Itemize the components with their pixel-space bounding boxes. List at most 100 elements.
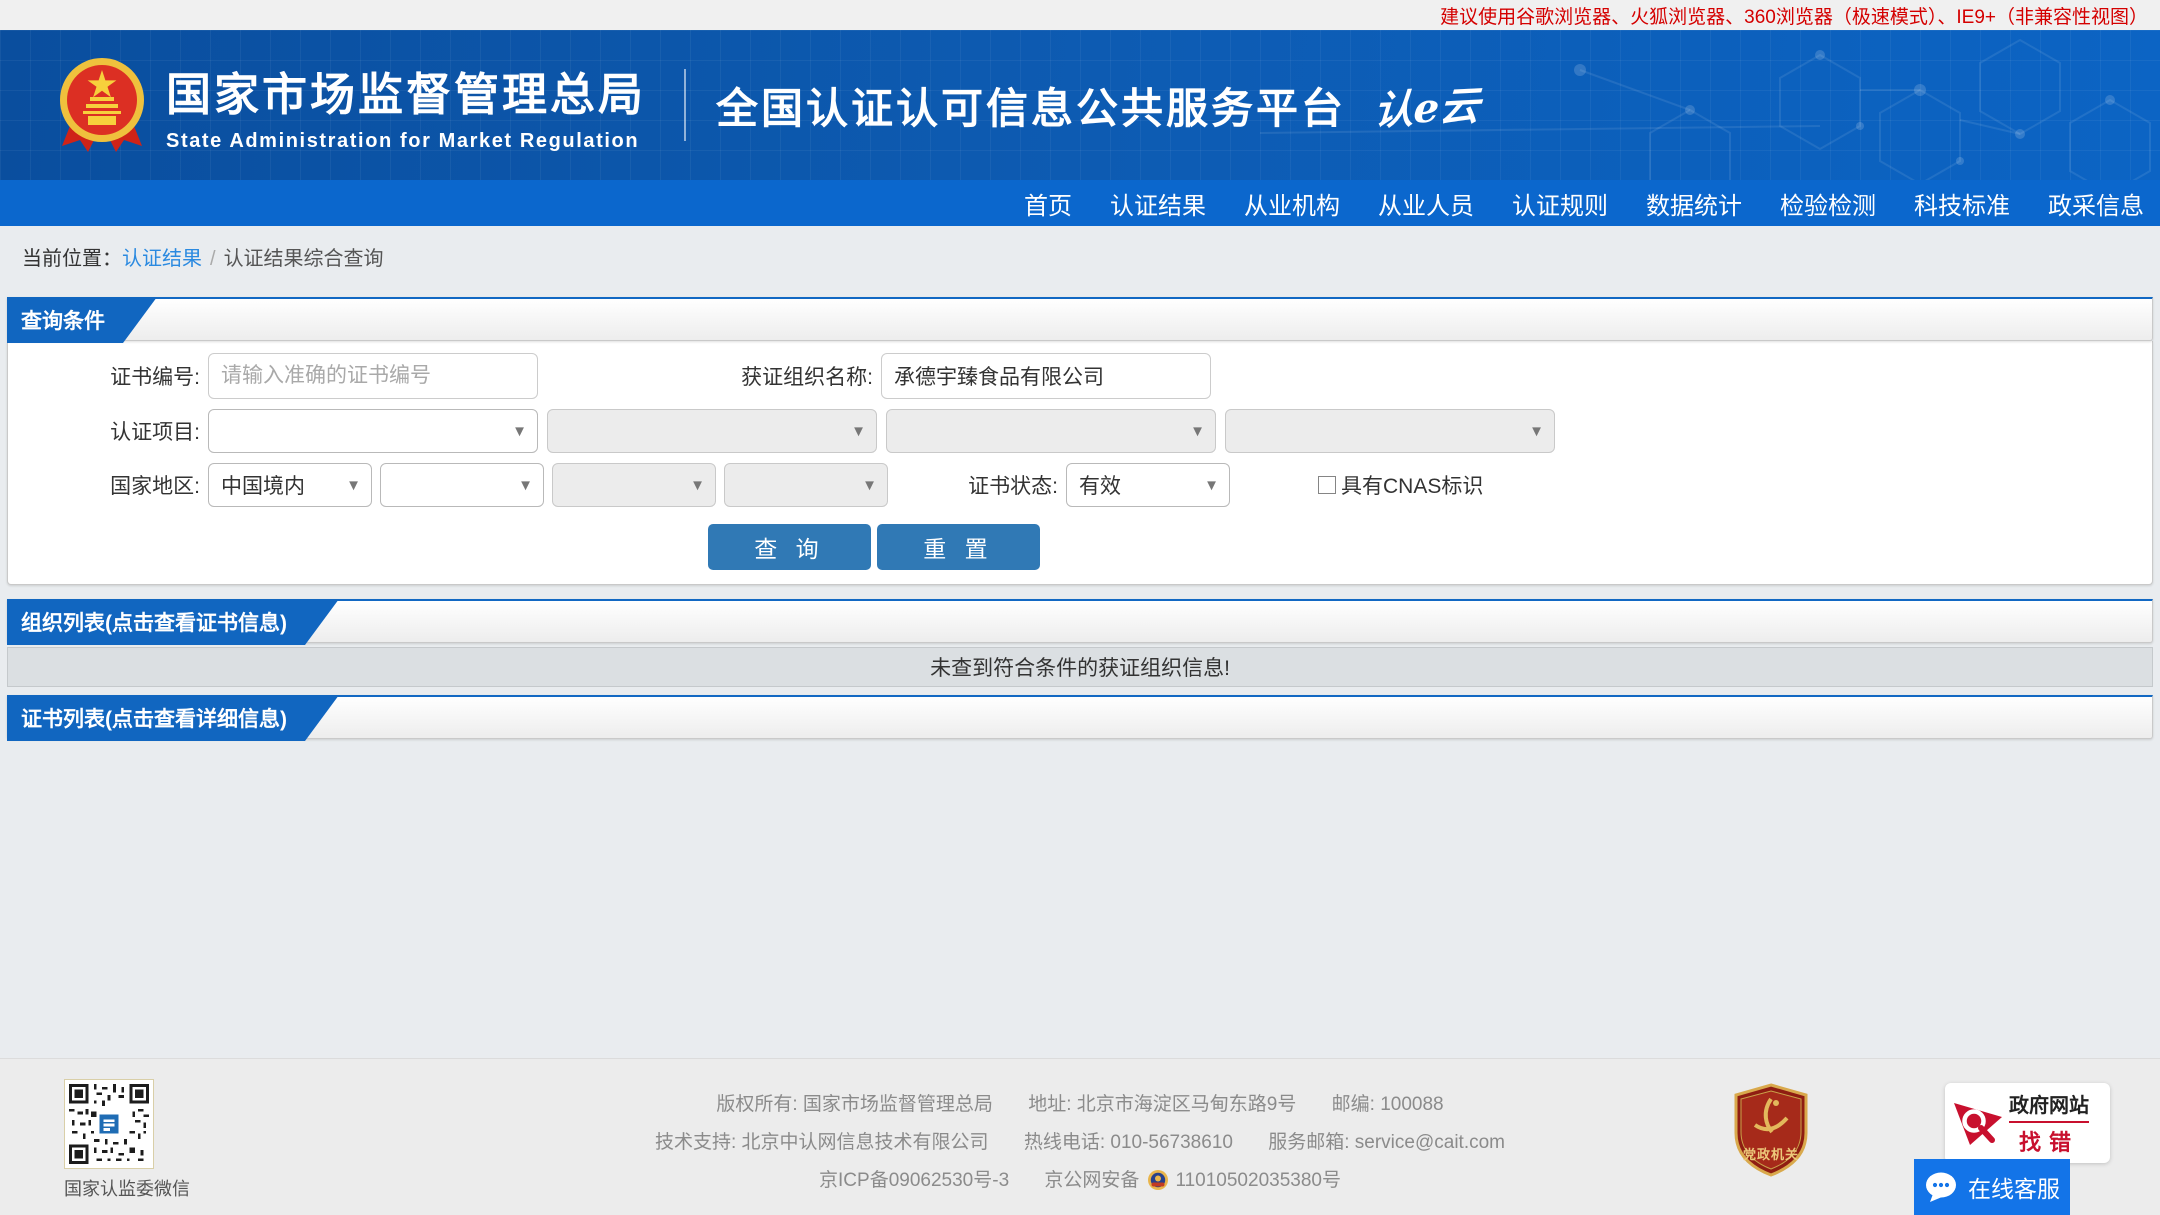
region-select-country-value: 中国境内 — [221, 475, 305, 498]
nav-item-procurement-info[interactable]: 政采信息 — [2048, 186, 2144, 221]
header-divider — [684, 69, 687, 141]
query-form: 证书编号: 获证组织名称: 认证项目: ▼ ▼ ▼ — [7, 341, 2153, 585]
footer-copyright: 版权所有: 国家市场监督管理总局 — [716, 1094, 993, 1115]
browser-notice-bar: 建议使用谷歌浏览器、火狐浏览器、360浏览器（极速模式）、IE9+（非兼容性视图… — [0, 0, 2160, 30]
footer-icp: 京ICP备09062530号-3 — [819, 1170, 1010, 1191]
region-select-province[interactable]: ▼ — [380, 463, 544, 507]
project-select-level4: ▼ — [1225, 409, 1555, 453]
breadcrumb-prefix: 当前位置： — [22, 248, 122, 270]
cert-list-tab: 证书列表(点击查看详细信息) — [7, 695, 339, 741]
online-service-button[interactable]: 在线客服 — [1914, 1159, 2070, 1215]
form-row-3: 国家地区: 中国境内 ▼ ▼ ▼ ▼ 证书状态: 有效 ▼ 具有CNAS标识 — [8, 463, 2152, 507]
cnas-checkbox[interactable] — [1318, 476, 1336, 494]
project-label: 认证项目: — [110, 421, 200, 444]
footer-email: 服务邮箱: service@cait.com — [1268, 1132, 1506, 1153]
footer-hotline: 热线电话: 010-56738610 — [1023, 1132, 1233, 1153]
query-section: 查询条件 证书编号: 获证组织名称: 认证项目: ▼ ▼ — [7, 297, 2153, 585]
breadcrumb-current: 认证结果综合查询 — [223, 248, 384, 270]
breadcrumb-link-cert-results[interactable]: 认证结果 — [122, 248, 202, 270]
wechat-qr-code — [64, 1079, 154, 1169]
site-check-text: 政府网站 找错 — [2009, 1089, 2089, 1157]
party-gov-badge[interactable]: 党政机关 — [1732, 1083, 1810, 1177]
chevron-down-icon: ▼ — [1204, 476, 1219, 494]
project-select-level3: ▼ — [886, 409, 1216, 453]
ren-e-yun-logo: 认e云 — [1372, 82, 1481, 135]
footer-line-support: 技术支持: 北京中认网信息技术有限公司 热线电话: 010-56738610 服… — [0, 1124, 2160, 1162]
nav-item-home[interactable]: 首页 — [1024, 186, 1072, 221]
nav-item-cert-results[interactable]: 认证结果 — [1110, 186, 1206, 221]
national-emblem-icon — [60, 58, 144, 152]
breadcrumb: 当前位置：认证结果 / 认证结果综合查询 — [0, 226, 2160, 284]
breadcrumb-separator: / — [210, 248, 216, 270]
chevron-down-icon: ▼ — [851, 422, 866, 440]
site-check-title: 政府网站 — [2009, 1089, 2089, 1123]
footer-line-registration: 京ICP备09062530号-3 京公网安备 11010502035380号 — [0, 1162, 2160, 1200]
site-check-subtitle: 找错 — [2018, 1130, 2079, 1155]
cert-list-header: 证书列表(点击查看详细信息) — [7, 695, 2153, 739]
nav-item-institutions[interactable]: 从业机构 — [1244, 186, 1340, 221]
nav-item-practitioners[interactable]: 从业人员 — [1378, 186, 1474, 221]
status-label: 证书状态: — [968, 475, 1058, 498]
nav-item-tech-standards[interactable]: 科技标准 — [1914, 186, 2010, 221]
status-select[interactable]: 有效 ▼ — [1066, 463, 1230, 507]
search-button[interactable]: 查 询 — [708, 524, 871, 570]
reset-button[interactable]: 重 置 — [877, 524, 1040, 570]
chevron-down-icon: ▼ — [518, 476, 533, 494]
form-row-1: 证书编号: 获证组织名称: — [8, 353, 2152, 399]
qr-code-image — [69, 1084, 149, 1164]
footer-police-number[interactable]: 11010502035380号 — [1175, 1170, 1341, 1191]
region-label: 国家地区: — [110, 475, 200, 498]
status-select-value: 有效 — [1079, 475, 1121, 498]
query-section-tab: 查询条件 — [7, 297, 157, 343]
agency-name-cn: 国家市场监督管理总局 — [166, 68, 647, 120]
project-select-level1[interactable]: ▼ — [208, 409, 538, 453]
footer-police-prefix[interactable]: 京公网安备 — [1044, 1170, 1139, 1191]
cert-no-label: 证书编号: — [110, 366, 200, 389]
wechat-qr-block: 国家认监委微信 — [64, 1079, 190, 1201]
footer-postcode: 邮编: 100088 — [1331, 1094, 1444, 1115]
nav-item-inspection[interactable]: 检验检测 — [1780, 186, 1876, 221]
chevron-down-icon: ▼ — [1190, 422, 1205, 440]
browser-notice-text: 建议使用谷歌浏览器、火狐浏览器、360浏览器（极速模式）、IE9+（非兼容性视图… — [1440, 6, 2148, 28]
footer-tech-support: 技术支持: 北京中认网信息技术有限公司 — [654, 1132, 989, 1153]
region-select-country[interactable]: 中国境内 ▼ — [208, 463, 372, 507]
main-nav: 首页 认证结果 从业机构 从业人员 认证规则 数据统计 检验检测 科技标准 政采… — [0, 180, 2160, 226]
chevron-down-icon: ▼ — [346, 476, 361, 494]
qr-caption: 国家认监委微信 — [64, 1179, 190, 1199]
org-name-label: 获证组织名称: — [741, 366, 873, 389]
form-row-2: 认证项目: ▼ ▼ ▼ ▼ — [8, 409, 2152, 453]
org-list-header: 组织列表(点击查看证书信息) — [7, 599, 2153, 643]
form-buttons-row: 查 询 重 置 — [8, 524, 2152, 570]
agency-name-en: State Administration for Market Regulati… — [166, 129, 640, 152]
cnas-label: 具有CNAS标识 — [1341, 475, 1484, 498]
footer: 国家认监委微信 版权所有: 国家市场监督管理总局 地址: 北京市海淀区马甸东路9… — [0, 1058, 2160, 1215]
region-select-district: ▼ — [724, 463, 888, 507]
project-select-level2: ▼ — [547, 409, 877, 453]
online-service-label: 在线客服 — [1968, 1176, 2060, 1202]
cnas-filter: 具有CNAS标识 — [1318, 470, 1483, 500]
svg-text:党政机关: 党政机关 — [1743, 1147, 1799, 1162]
query-section-header: 查询条件 — [7, 297, 2153, 341]
region-select-city: ▼ — [552, 463, 716, 507]
nav-item-cert-rules[interactable]: 认证规则 — [1512, 186, 1608, 221]
chevron-down-icon: ▼ — [1529, 422, 1544, 440]
agency-title-block: 国家市场监督管理总局 State Administration for Mark… — [166, 58, 646, 153]
footer-address: 地址: 北京市海淀区马甸东路9号 — [1028, 1094, 1297, 1115]
nav-item-data-statistics[interactable]: 数据统计 — [1646, 186, 1742, 221]
police-badge-icon — [1148, 1170, 1169, 1190]
cert-list-section: 证书列表(点击查看详细信息) — [7, 695, 2153, 739]
org-name-input[interactable] — [881, 353, 1211, 399]
find-error-icon — [1954, 1103, 2002, 1145]
site-header: 国家市场监督管理总局 State Administration for Mark… — [0, 30, 2160, 180]
chat-bubble-icon — [1926, 1172, 1956, 1202]
chevron-down-icon: ▼ — [512, 422, 527, 440]
chevron-down-icon: ▼ — [862, 476, 877, 494]
platform-title: 全国认证认可信息公共服务平台 — [716, 84, 1347, 132]
footer-line-copyright: 版权所有: 国家市场监督管理总局 地址: 北京市海淀区马甸东路9号 邮编: 10… — [0, 1086, 2160, 1124]
cert-no-input[interactable] — [208, 353, 538, 399]
footer-text-block: 版权所有: 国家市场监督管理总局 地址: 北京市海淀区马甸东路9号 邮编: 10… — [0, 1059, 2160, 1200]
site-error-report-widget[interactable]: 政府网站 找错 — [1945, 1083, 2110, 1163]
org-list-tab: 组织列表(点击查看证书信息) — [7, 599, 339, 645]
chevron-down-icon: ▼ — [690, 476, 705, 494]
org-list-empty-message: 未查到符合条件的获证组织信息! — [7, 647, 2153, 687]
